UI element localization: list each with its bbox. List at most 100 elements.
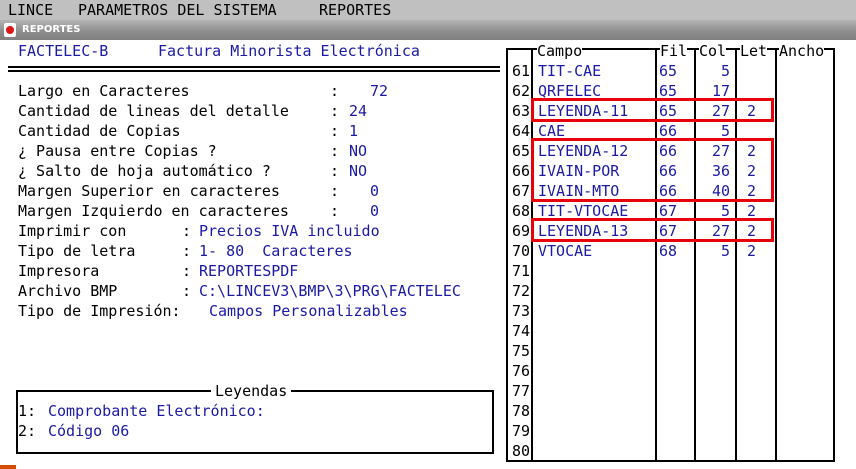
setting-label: Margen Superior en caracteres xyxy=(18,182,280,200)
leyendas-title: Leyendas xyxy=(211,381,292,401)
row-number: 80 xyxy=(511,442,530,460)
setting-value-copias[interactable]: 1 xyxy=(349,121,358,141)
setting-value-letra[interactable]: 1- 80 Caracteres xyxy=(199,241,353,261)
cell-col[interactable] xyxy=(696,401,730,421)
setting-label: ¿ Salto de hoja automático ? xyxy=(18,162,271,180)
cell-fil[interactable] xyxy=(659,381,693,401)
app-icon xyxy=(4,23,16,37)
setting-value-lineas[interactable]: 24 xyxy=(349,101,367,121)
setting-label: Margen Izquierdo en caracteres xyxy=(18,202,289,220)
cell-col[interactable]: 5 xyxy=(696,241,730,261)
cell-campo[interactable] xyxy=(538,321,654,341)
setting-label: Archivo BMP xyxy=(18,282,118,300)
cell-fil[interactable] xyxy=(659,341,693,361)
menu-bar: LINCE PARAMETROS DEL SISTEMA REPORTES xyxy=(0,0,856,20)
setting-sep: : xyxy=(330,202,340,220)
window-title: REPORTES xyxy=(22,24,81,35)
cell-fil[interactable] xyxy=(659,441,693,461)
cell-fil[interactable] xyxy=(659,281,693,301)
setting-value-pausa[interactable]: NO xyxy=(349,141,367,161)
cell-let[interactable] xyxy=(747,281,773,301)
cell-col[interactable] xyxy=(696,361,730,381)
leyenda-text-1[interactable]: Comprobante Electrónico: xyxy=(48,401,265,421)
row-number: 76 xyxy=(511,362,530,380)
setting-value-largo[interactable]: 72 xyxy=(370,81,388,101)
cell-let[interactable] xyxy=(747,261,773,281)
menu-reportes[interactable]: REPORTES xyxy=(319,1,391,19)
row-number: 62 xyxy=(511,82,530,100)
cell-campo[interactable]: VTOCAE xyxy=(538,241,654,261)
cell-col[interactable] xyxy=(696,441,730,461)
cell-let[interactable] xyxy=(747,441,773,461)
setting-value-margen-sup[interactable]: 0 xyxy=(370,181,379,201)
setting-sep: : xyxy=(330,162,340,180)
cell-col[interactable] xyxy=(696,261,730,281)
cell-campo[interactable] xyxy=(538,281,654,301)
leyenda-index: 2: xyxy=(18,422,37,440)
cell-campo[interactable] xyxy=(538,341,654,361)
cell-let[interactable] xyxy=(747,301,773,321)
setting-sep: : xyxy=(330,102,340,120)
column-header-ancho: Ancho xyxy=(779,41,825,61)
cell-col[interactable] xyxy=(696,381,730,401)
cell-campo[interactable] xyxy=(538,381,654,401)
setting-value-margen-izq[interactable]: 0 xyxy=(370,201,379,221)
cell-col[interactable] xyxy=(696,301,730,321)
cell-let[interactable]: 2 xyxy=(747,241,773,261)
cell-col[interactable] xyxy=(696,341,730,361)
menu-parametros[interactable]: PARAMETROS DEL SISTEMA xyxy=(78,1,277,19)
cell-campo[interactable]: TIT-CAE xyxy=(538,61,654,81)
setting-label: Tipo de letra xyxy=(18,242,136,260)
cell-let[interactable] xyxy=(747,321,773,341)
column-header-col: Col xyxy=(699,41,727,61)
cell-campo[interactable] xyxy=(538,361,654,381)
row-number: 69 xyxy=(511,222,530,240)
cell-fil[interactable] xyxy=(659,321,693,341)
row-number: 71 xyxy=(511,262,530,280)
leyenda-text-2[interactable]: Código 06 xyxy=(48,421,129,441)
highlight-box-leyenda-11 xyxy=(531,98,774,122)
cell-let[interactable] xyxy=(747,341,773,361)
setting-value-bmp[interactable]: C:\LINCEV3\BMP\3\PRG\FACTELEC xyxy=(199,281,461,301)
cell-let[interactable] xyxy=(747,61,773,81)
cell-let[interactable] xyxy=(747,401,773,421)
setting-value-tipo-impresion[interactable]: Campos Personalizables xyxy=(209,301,408,321)
row-number: 66 xyxy=(511,162,530,180)
cell-campo[interactable] xyxy=(538,301,654,321)
leyenda-index: 1: xyxy=(18,402,37,420)
window-titlebar[interactable]: REPORTES xyxy=(0,20,856,40)
setting-value-impresora[interactable]: REPORTESPDF xyxy=(199,261,298,281)
cell-fil[interactable] xyxy=(659,361,693,381)
cell-fil[interactable]: 65 xyxy=(659,61,693,81)
cell-col[interactable] xyxy=(696,321,730,341)
setting-sep: : xyxy=(330,82,340,100)
menu-lince[interactable]: LINCE xyxy=(8,1,53,19)
column-header-fil: Fil xyxy=(660,41,688,61)
cell-col[interactable] xyxy=(696,281,730,301)
row-number: 73 xyxy=(511,302,530,320)
highlight-box-leyenda-12-iva xyxy=(531,138,774,202)
row-number: 72 xyxy=(511,282,530,300)
setting-label: Cantidad de Copias xyxy=(18,122,181,140)
setting-label: Cantidad de lineas del detalle xyxy=(18,102,289,120)
cell-fil[interactable] xyxy=(659,301,693,321)
cell-fil[interactable]: 68 xyxy=(659,241,693,261)
report-code: FACTELEC-B xyxy=(18,42,109,60)
cell-campo[interactable] xyxy=(538,421,654,441)
setting-value-imprimir[interactable]: Precios IVA incluido xyxy=(199,221,380,241)
cell-campo[interactable] xyxy=(538,261,654,281)
cell-fil[interactable] xyxy=(659,401,693,421)
cell-let[interactable] xyxy=(747,361,773,381)
cell-let[interactable] xyxy=(747,381,773,401)
row-number: 63 xyxy=(511,102,530,120)
cell-fil[interactable] xyxy=(659,421,693,441)
setting-value-salto[interactable]: NO xyxy=(349,161,367,181)
cell-fil[interactable] xyxy=(659,261,693,281)
setting-sep: : xyxy=(182,242,192,260)
setting-sep: : xyxy=(330,122,340,140)
cell-campo[interactable] xyxy=(538,441,654,461)
cell-campo[interactable] xyxy=(538,401,654,421)
cell-let[interactable] xyxy=(747,421,773,441)
cell-col[interactable] xyxy=(696,421,730,441)
cell-col[interactable]: 5 xyxy=(696,61,730,81)
